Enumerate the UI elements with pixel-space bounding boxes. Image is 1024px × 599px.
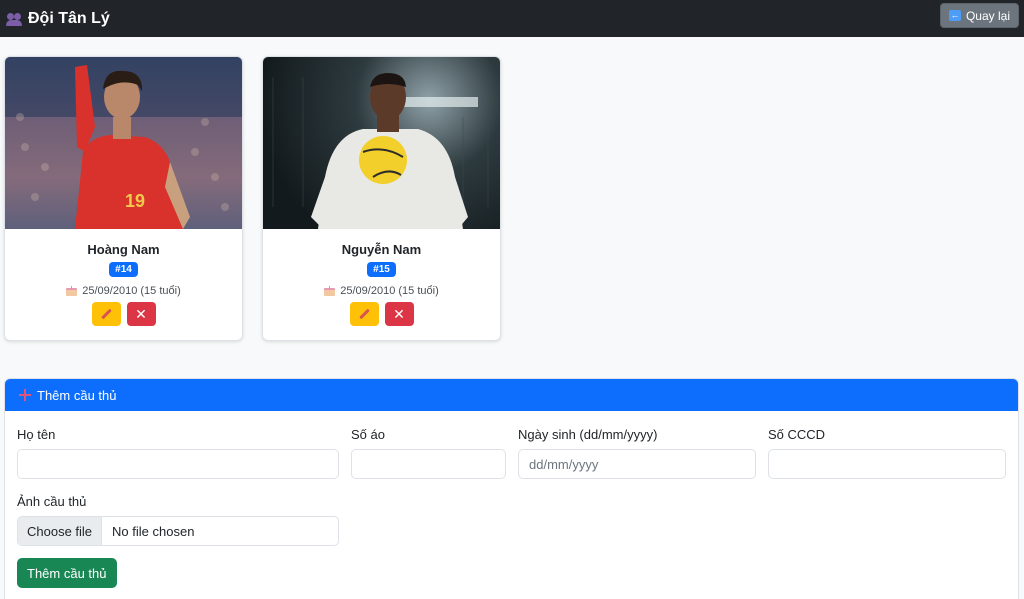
cake-icon bbox=[324, 286, 336, 296]
player-photo bbox=[263, 57, 500, 229]
svg-text:19: 19 bbox=[125, 191, 145, 211]
name-input[interactable] bbox=[17, 449, 339, 479]
add-player-button[interactable]: Thêm cầu thủ bbox=[17, 558, 117, 588]
cake-icon bbox=[66, 286, 78, 296]
pencil-icon bbox=[359, 309, 370, 320]
photo-label: Ảnh cầu thủ bbox=[17, 494, 87, 509]
player-photo: 19 bbox=[5, 57, 242, 229]
edit-button[interactable] bbox=[91, 302, 121, 326]
player-name: Nguyễn Nam bbox=[341, 242, 422, 257]
photo-file-input[interactable]: Choose file No file chosen bbox=[17, 516, 339, 546]
player-name: Hoàng Nam bbox=[87, 242, 160, 257]
team-title: Đội Tân Lý bbox=[28, 9, 110, 27]
jersey-number-badge: #14 bbox=[109, 262, 138, 277]
player-card: Nguyễn Nam #15 25/09/2010 (15 tuổi) ✕ bbox=[262, 56, 501, 341]
number-label: Số áo bbox=[351, 427, 385, 442]
id-label: Số CCCD bbox=[768, 427, 826, 442]
dob-text: 25/09/2010 (15 tuổi) bbox=[340, 285, 439, 297]
edit-button[interactable] bbox=[349, 302, 379, 326]
delete-button[interactable]: ✕ bbox=[126, 302, 156, 326]
top-navbar: Đội Tân Lý ← Quay lại bbox=[0, 0, 1024, 37]
close-icon: ✕ bbox=[393, 305, 405, 322]
plus-icon bbox=[19, 389, 31, 401]
close-icon: ✕ bbox=[135, 305, 147, 322]
file-status: No file chosen bbox=[112, 523, 195, 539]
player-dob: 25/09/2010 (15 tuổi) bbox=[263, 285, 500, 297]
delete-button[interactable]: ✕ bbox=[384, 302, 414, 326]
dob-text: 25/09/2010 (15 tuổi) bbox=[82, 285, 181, 297]
back-button-label: Quay lại bbox=[965, 8, 1010, 23]
people-icon bbox=[6, 12, 22, 26]
form-title: Thêm cầu thủ bbox=[37, 387, 117, 403]
dob-input[interactable] bbox=[518, 449, 756, 479]
player-dob: 25/09/2010 (15 tuổi) bbox=[5, 285, 242, 297]
id-number-input[interactable] bbox=[768, 449, 1006, 479]
back-arrow-icon: ← bbox=[948, 10, 961, 21]
dob-label: Ngày sinh (dd/mm/yyyy) bbox=[518, 427, 658, 442]
jersey-number-badge: #15 bbox=[367, 262, 396, 277]
choose-file-button[interactable]: Choose file bbox=[18, 517, 103, 545]
brand: Đội Tân Lý bbox=[6, 10, 110, 28]
add-player-form: Thêm cầu thủ Họ tên Số áo Ngày sinh (dd/… bbox=[4, 378, 1019, 599]
name-label: Họ tên bbox=[17, 427, 56, 442]
pencil-icon bbox=[101, 309, 112, 320]
back-button[interactable]: ← Quay lại bbox=[939, 3, 1019, 28]
number-input[interactable] bbox=[351, 449, 506, 479]
player-card: 19 Hoàng Nam #14 25/09/2010 (15 tuổi) ✕ bbox=[4, 56, 243, 341]
form-header: Thêm cầu thủ bbox=[5, 379, 1018, 411]
